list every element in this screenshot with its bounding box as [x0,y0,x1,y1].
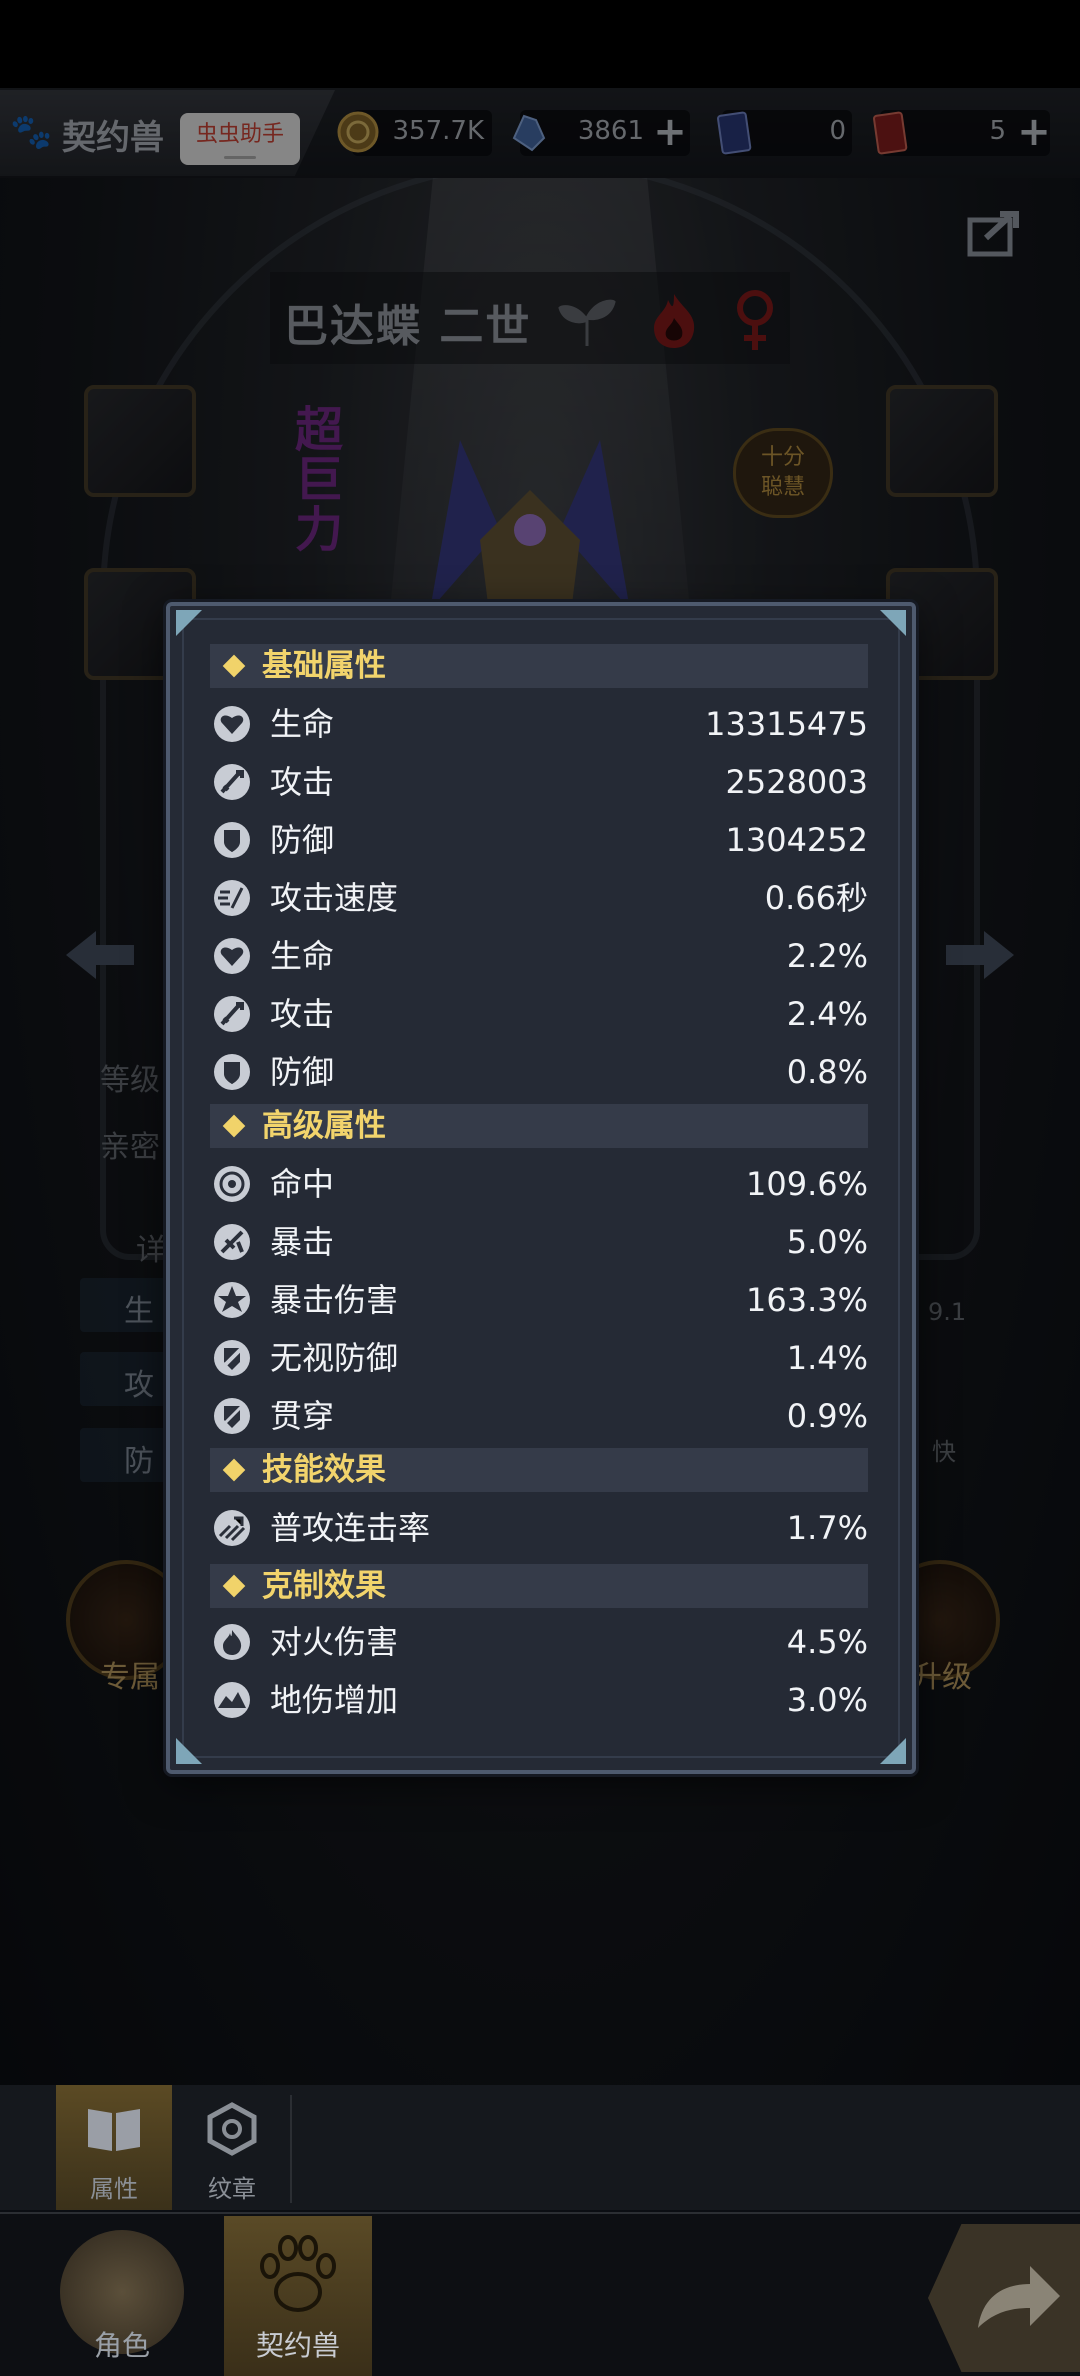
earth-icon [212,1680,252,1720]
tab-emblem-label: 纹章 [208,2175,256,2203]
crit-damage-icon [212,1280,252,1320]
stat-value: 1.4% [786,1339,868,1377]
back-arrow-icon [978,2266,1060,2328]
section-title-counter: 克制效果 [262,1568,386,1604]
target-icon [212,1164,252,1204]
heart-icon [212,936,252,976]
stat-value: 0.66秒 [764,879,868,917]
stat-value: 2528003 [725,763,868,801]
fire-icon [212,1622,252,1662]
book-icon [88,2109,140,2151]
stat-label: 生命 [270,705,335,743]
tab-attributes[interactable]: 属性 [56,2085,172,2210]
stat-label: 攻击 [270,995,335,1033]
modal-corner-tr [880,610,906,636]
shield-icon [212,1052,252,1092]
stat-value: 1.7% [786,1509,868,1547]
section-title-basic: 基础属性 [262,648,386,684]
pierce-icon [212,1396,252,1436]
modal-corner-br [880,1738,906,1764]
stat-value: 2.2% [786,937,868,975]
ignore-defense-icon [212,1338,252,1378]
stat-label: 贯穿 [270,1397,335,1435]
sword-icon [212,762,252,802]
nav-contract-beast[interactable]: 契约兽 [224,2216,372,2376]
stat-label: 攻击 [270,763,335,801]
modal-corner-tl [176,610,202,636]
shield-icon [212,820,252,860]
stat-label: 暴击 [270,1223,335,1261]
stat-value: 0.8% [786,1053,868,1091]
tab-emblem[interactable]: 纹章 [174,2085,290,2210]
stat-label: 命中 [270,1165,335,1203]
stat-label: 防御 [270,821,335,859]
stat-value: 2.4% [786,995,868,1033]
stat-value: 0.9% [786,1397,868,1435]
tab-attributes-label: 属性 [90,2175,138,2203]
stat-value: 13315475 [705,705,868,743]
stat-value: 163.3% [745,1281,868,1319]
sword-icon [212,994,252,1034]
stat-value: 109.6% [745,1165,868,1203]
stat-value: 1304252 [725,821,868,859]
stat-label: 暴击伤害 [270,1281,399,1319]
subtab-divider [290,2095,292,2203]
stat-value: 4.5% [786,1623,868,1661]
section-title-advanced: 高级属性 [262,1108,386,1144]
crit-icon [212,1222,252,1262]
stat-label: 对火伤害 [270,1623,399,1661]
emblem-icon [207,2102,257,2156]
status-bar-area [0,0,1080,88]
speed-icon [212,878,252,918]
stat-label: 普攻连击率 [270,1509,431,1547]
heart-icon [212,704,252,744]
nav-character-label: 角色 [93,2329,150,2362]
nav-character[interactable]: 角色 [40,2216,204,2376]
modal-corner-bl [176,1738,202,1764]
paw-icon [260,2235,336,2312]
stat-label: 生命 [270,937,335,975]
stat-label: 地伤增加 [270,1681,399,1719]
stat-label: 攻击速度 [270,879,399,917]
combo-icon [212,1508,252,1548]
stat-label: 防御 [270,1053,335,1091]
stat-value: 5.0% [786,1223,868,1261]
nav-contract-beast-label: 契约兽 [255,2329,340,2362]
stat-value: 3.0% [786,1681,868,1719]
section-title-skill: 技能效果 [262,1452,386,1488]
stat-label: 无视防御 [270,1339,399,1377]
